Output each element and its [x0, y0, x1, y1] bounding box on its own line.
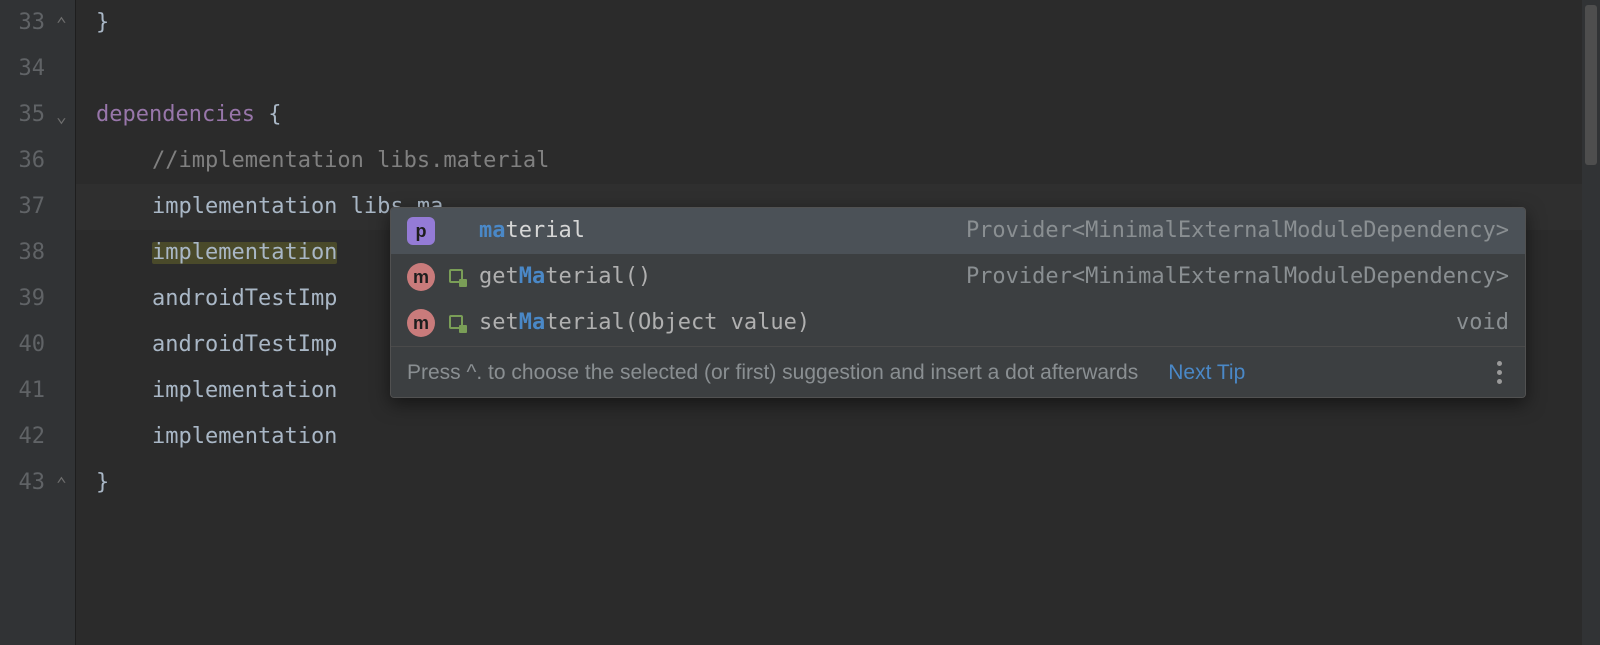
completion-popup[interactable]: p material Provider<MinimalExternalModuleD…	[390, 207, 1526, 398]
code-line[interactable]: }	[96, 0, 109, 46]
code-line[interactable]: implementation	[152, 368, 337, 414]
gutter-line-number: 33⌃	[0, 0, 75, 46]
stmt-partial: androidTestImp	[152, 334, 337, 356]
fold-end-icon[interactable]: ⌃	[56, 16, 67, 34]
kebab-menu-icon[interactable]	[1489, 361, 1509, 384]
completion-item[interactable]: m getMaterial() Provider<MinimalExternalMo…	[391, 254, 1525, 300]
editor-root: 33⌃3435⌄3637383940414243⌃ } dependencies …	[0, 0, 1600, 645]
completion-type: Provider<MinimalExternalModuleDependency…	[966, 220, 1509, 242]
gutter-line-number: 38	[0, 230, 75, 276]
gutter-line-number: 37	[0, 184, 75, 230]
gutter-line-number: 34	[0, 46, 75, 92]
gutter-line-number: 41	[0, 368, 75, 414]
code-line[interactable]: implementation	[152, 230, 337, 276]
code-line[interactable]: androidTestImp	[152, 322, 337, 368]
gutter-line-number: 40	[0, 322, 75, 368]
code-line[interactable]: dependencies {	[96, 92, 281, 138]
gutter: 33⌃3435⌄3637383940414243⌃	[0, 0, 76, 645]
completion-name: material	[479, 220, 585, 242]
code-line[interactable]: androidTestImp	[152, 276, 337, 322]
code-line[interactable]: }	[96, 460, 109, 506]
gutter-line-number: 42	[0, 414, 75, 460]
stmt-partial: androidTestImp	[152, 288, 337, 310]
scrollbar-thumb[interactable]	[1585, 5, 1597, 165]
gutter-line-number: 36	[0, 138, 75, 184]
fold-end-icon[interactable]: ⌃	[56, 476, 67, 494]
completion-item[interactable]: m setMaterial(Object value) void	[391, 300, 1525, 346]
brace-close: }	[96, 12, 109, 34]
gutter-line-number: 35⌄	[0, 92, 75, 138]
gutter-line-number: 39	[0, 276, 75, 322]
property-icon: p	[407, 217, 435, 245]
method-icon: m	[407, 309, 435, 337]
gutter-line-number: 43⌃	[0, 460, 75, 506]
stmt-partial: implementation	[152, 426, 337, 448]
scrollbar-vertical[interactable]	[1582, 0, 1600, 645]
comment: //implementation libs.material	[152, 150, 549, 172]
completion-item[interactable]: p material Provider<MinimalExternalModuleD…	[391, 208, 1525, 254]
fold-start-icon[interactable]: ⌄	[56, 108, 67, 126]
read-write-icon	[449, 269, 465, 285]
code-line[interactable]: //implementation libs.material	[152, 138, 549, 184]
read-write-icon	[449, 315, 465, 331]
stmt-keyword: implementation	[152, 196, 337, 218]
completion-name: getMaterial()	[479, 266, 651, 288]
dependencies-keyword: dependencies	[96, 104, 255, 126]
completion-footer: Press ^. to choose the selected (or firs…	[391, 346, 1525, 397]
stmt-keyword-highlighted: implementation	[152, 242, 337, 264]
next-tip-link[interactable]: Next Tip	[1168, 362, 1245, 383]
brace-close: }	[96, 472, 109, 494]
brace-open: {	[255, 104, 282, 126]
completion-type: void	[1456, 312, 1509, 334]
code-line[interactable]: implementation	[152, 414, 337, 460]
stmt-partial: implementation	[152, 380, 337, 402]
completion-type: Provider<MinimalExternalModuleDependency…	[966, 266, 1509, 288]
completion-hint: Press ^. to choose the selected (or firs…	[407, 362, 1138, 383]
method-icon: m	[407, 263, 435, 291]
completion-name: setMaterial(Object value)	[479, 312, 810, 334]
